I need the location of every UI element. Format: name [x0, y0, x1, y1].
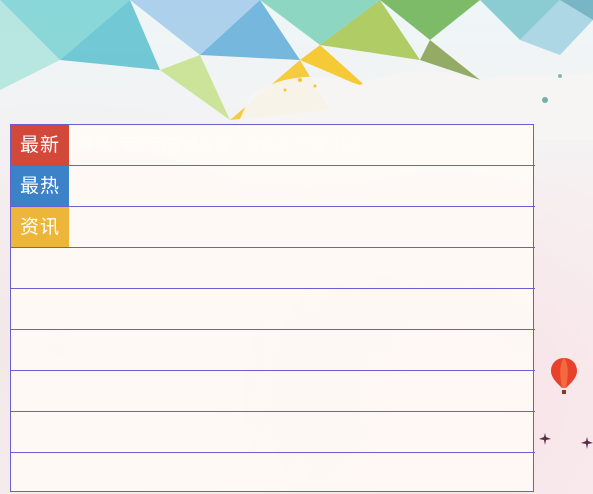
tag-info[interactable]: 资讯: [11, 207, 69, 247]
news-row-empty: [11, 330, 535, 371]
hot-air-balloon-icon: [551, 358, 577, 394]
bird-silhouette-icon: [539, 433, 551, 445]
news-row-empty: [11, 453, 535, 494]
tag-hot[interactable]: 最热: [11, 166, 69, 206]
news-row-empty: [11, 412, 535, 453]
tag-latest[interactable]: 最新: [11, 125, 69, 165]
news-row-empty: [11, 248, 535, 289]
news-row-empty: [11, 289, 535, 330]
news-row-empty: [11, 371, 535, 412]
news-row-info[interactable]: 资讯: [11, 207, 535, 248]
bird-silhouette-icon: [581, 437, 593, 449]
geometric-header-art: [0, 0, 593, 140]
news-row-hot[interactable]: 最热: [11, 166, 535, 207]
headline-link[interactable]: 体验“南京雨夜纸立交” 敦你走不怕“找不: [79, 125, 499, 165]
news-list-panel: 最新 体验“南京雨夜纸立交” 敦你走不怕“找不 最热 资讯: [10, 124, 535, 494]
news-row-latest[interactable]: 最新 体验“南京雨夜纸立交” 敦你走不怕“找不: [11, 125, 535, 166]
